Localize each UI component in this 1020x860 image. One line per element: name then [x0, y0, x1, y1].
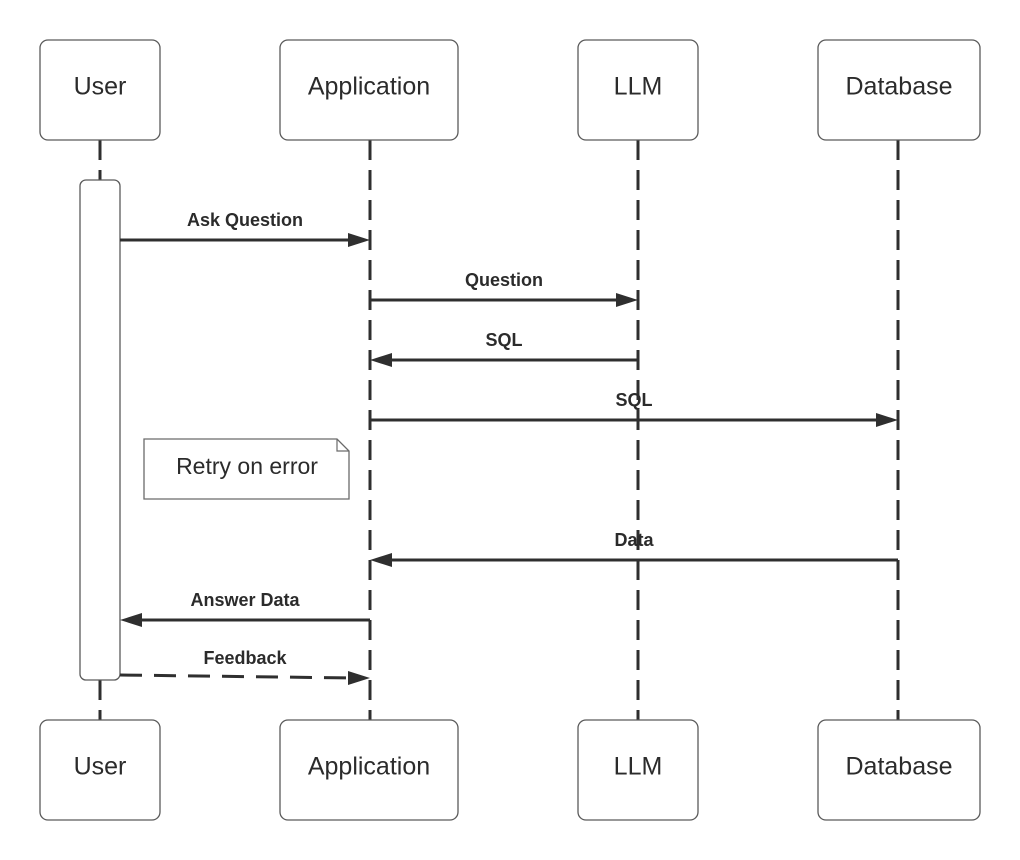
message-label: Data	[614, 530, 654, 550]
arrowhead-icon	[348, 233, 370, 247]
message-label: SQL	[615, 390, 652, 410]
actor-label: LLM	[614, 73, 663, 101]
actors-bottom: User Application LLM Database	[39, 719, 981, 821]
actor-label: User	[74, 753, 127, 781]
message-5[interactable]: Answer Data	[120, 590, 370, 627]
note[interactable]: Retry on error	[143, 438, 350, 500]
activation-bar-user	[79, 179, 121, 681]
message-6[interactable]: Feedback	[119, 648, 370, 685]
actor-label: LLM	[614, 753, 663, 781]
activations	[79, 179, 121, 681]
actor-llm-bottom[interactable]: LLM	[577, 719, 699, 821]
message-2[interactable]: SQL	[370, 330, 638, 367]
actor-db-bottom[interactable]: Database	[817, 719, 981, 821]
message-label: Ask Question	[187, 210, 303, 230]
actor-label: Database	[845, 73, 952, 101]
sequence-diagram: User Application LLM Database User Applicati…	[39, 39, 981, 821]
actor-label: Application	[308, 73, 430, 101]
message-line	[119, 673, 357, 680]
message-1[interactable]: Question	[370, 270, 638, 307]
actor-user-bottom[interactable]: User	[39, 719, 161, 821]
arrowhead-icon	[348, 671, 370, 685]
arrowhead-icon	[876, 413, 898, 427]
message-3[interactable]: SQL	[370, 390, 898, 427]
actors-top: User Application LLM Database	[39, 39, 981, 141]
message-label: Answer Data	[190, 590, 300, 610]
arrowhead-icon	[370, 353, 392, 367]
arrowhead-icon	[370, 553, 392, 567]
actor-label: Database	[845, 753, 952, 781]
actor-user-top[interactable]: User	[39, 39, 161, 141]
arrowhead-icon	[616, 293, 638, 307]
message-label: Question	[465, 270, 543, 290]
message-label: Feedback	[203, 648, 287, 668]
message-4[interactable]: Data	[370, 530, 898, 567]
note-text: Retry on error	[176, 453, 318, 479]
actor-label: Application	[308, 753, 430, 781]
actor-app-bottom[interactable]: Application	[279, 719, 459, 821]
message-label: SQL	[485, 330, 522, 350]
actor-db-top[interactable]: Database	[817, 39, 981, 141]
arrowhead-icon	[120, 613, 142, 627]
actor-label: User	[74, 73, 127, 101]
actor-app-top[interactable]: Application	[279, 39, 459, 141]
actor-llm-top[interactable]: LLM	[577, 39, 699, 141]
message-0[interactable]: Ask Question	[120, 210, 370, 247]
